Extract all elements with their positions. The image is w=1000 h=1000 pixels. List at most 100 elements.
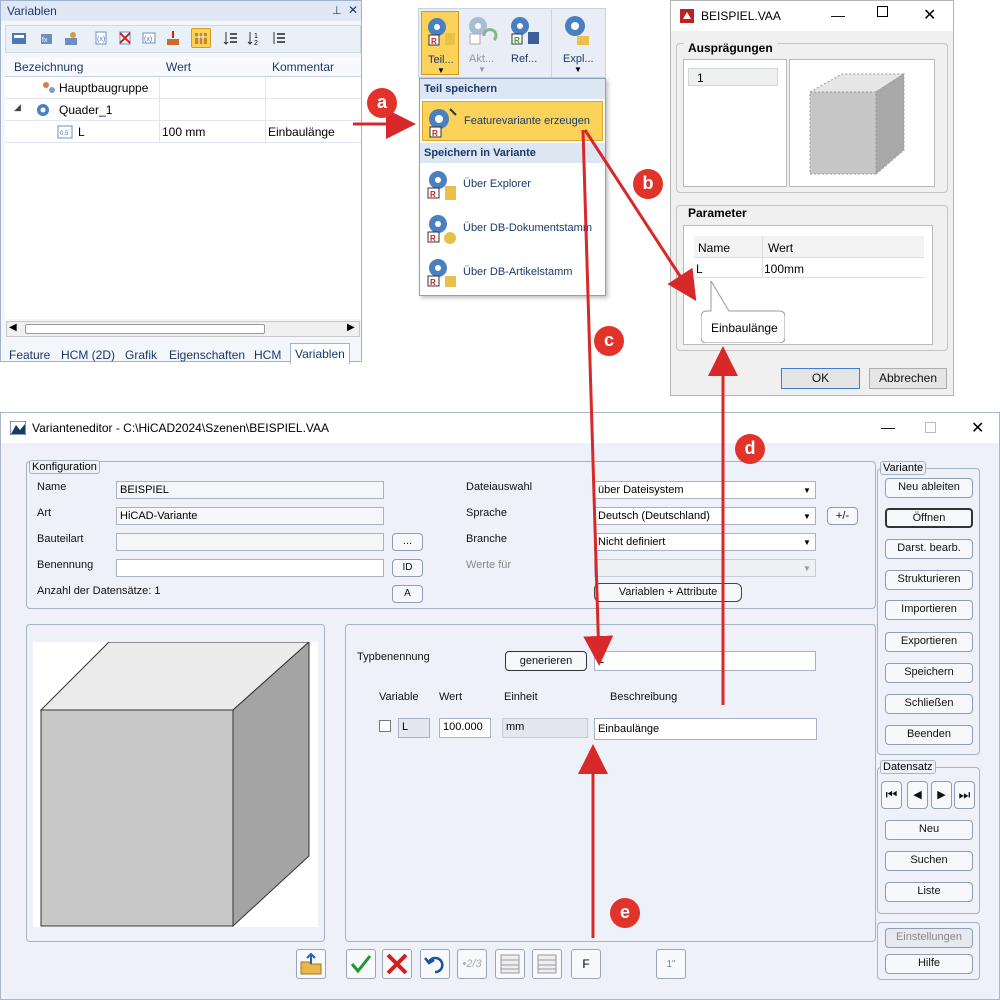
tab-hcm[interactable]: HCM [254,348,281,362]
darst-bearb-button[interactable]: Darst. bearb. [885,539,973,559]
neu-ableiten-button[interactable]: Neu ableiten [885,478,973,498]
speichern-button[interactable]: Speichern [885,663,973,683]
variable-value-field[interactable]: 100.000 [439,718,491,738]
schliessen-button[interactable]: Schließen [885,694,973,714]
new-variable-icon[interactable] [9,28,29,48]
col-wert[interactable]: Wert [166,60,191,74]
tab-eigenschaften[interactable]: Eigenschaften [169,348,245,362]
language-plusminus-button[interactable]: +/- [827,507,858,525]
bauteilart-browse-button[interactable]: ... [392,533,423,551]
maximize-icon[interactable] [925,422,936,433]
variable-description-field[interactable]: Einbaulänge [594,718,817,740]
col-bezeichnung[interactable]: Bezeichnung [14,60,83,74]
generieren-button[interactable]: generieren [505,651,587,671]
importieren-button[interactable]: Importieren [885,600,973,620]
minimize-icon[interactable]: — [881,419,895,435]
delete-formula-icon[interactable] [115,28,135,48]
variable-name-field[interactable]: L [398,718,430,738]
menu-item-ueber-db-artikelstamm[interactable]: R Über DB-Artikelstamm [422,253,603,293]
teil-button[interactable]: R Teil... ▼ [421,11,459,75]
table-insert-button[interactable] [495,949,525,979]
upload-folder-button[interactable] [296,949,326,979]
menu-item-ueber-explorer[interactable]: R Über Explorer [422,165,603,205]
beenden-button[interactable]: Beenden [885,725,973,745]
table-row[interactable]: 0.5 L 100 mm Einbaulänge [5,121,361,143]
fraction-button[interactable]: •2/3 [457,949,487,979]
delete-button[interactable] [382,949,412,979]
scrollbar-thumb[interactable] [25,324,265,334]
scroll-right-icon[interactable]: ▶ [347,322,355,333]
minimize-icon[interactable]: — [831,7,845,23]
strukturieren-button[interactable]: Strukturieren [885,570,973,590]
next-record-icon[interactable]: ▶ [931,781,952,809]
col-name[interactable]: Name [698,241,730,255]
variable-user-icon[interactable] [61,28,81,48]
table-row[interactable]: ◢ Quader_1 [5,99,361,121]
table-view-icon[interactable] [191,28,211,48]
table-row[interactable]: Hauptbaugruppe [5,77,361,99]
aktualisieren-button[interactable]: Akt... ▼ [463,11,501,75]
referenz-button[interactable]: R Ref... [505,11,543,75]
attribute-a-button[interactable]: A [392,585,423,603]
sprache-select[interactable]: Deutsch (Deutschland) ▼ [594,507,816,525]
name-field[interactable]: BEISPIEL [116,481,384,499]
einstellungen-button[interactable]: Einstellungen [885,928,973,948]
auspraegung-item[interactable]: 1 [688,68,778,86]
formula-f-button[interactable]: F [571,949,601,979]
table-row[interactable]: L 100mm [694,258,924,278]
dateiauswahl-select[interactable]: über Dateisystem ▼ [594,481,816,499]
col-kommentar[interactable]: Kommentar [272,60,334,74]
oeffnen-button[interactable]: Öffnen [885,508,973,528]
tab-feature[interactable]: Feature [9,348,50,362]
close-icon[interactable]: ✕ [923,5,936,25]
werte-fuer-select[interactable]: ▼ [594,559,816,577]
auspraegungen-list[interactable]: 1 [683,59,787,187]
maximize-icon[interactable] [877,6,888,17]
close-icon[interactable]: ✕ [971,418,984,438]
pin-icon[interactable]: ⊥ [332,4,342,17]
sort-icon[interactable] [221,28,241,48]
datensatz-neu-button[interactable]: Neu [885,820,973,840]
insert-icon[interactable] [163,28,183,48]
close-icon[interactable]: ✕ [348,3,358,17]
formula-icon[interactable]: (x) [91,28,111,48]
tab-variablen[interactable]: Variablen [290,343,350,364]
variable-checkbox[interactable] [379,720,391,732]
menu-item-ueber-db-dokumentstamm[interactable]: R Über DB-Dokumentstamm [422,209,603,249]
sort-numeric-icon[interactable]: 12 [245,28,265,48]
menu-item-featurevariante[interactable]: R Featurevariante erzeugen [422,101,603,141]
benennung-field[interactable] [116,559,384,577]
filter-list-icon[interactable] [269,28,289,48]
import-variable-icon[interactable]: fx [37,28,57,48]
explorer-button[interactable]: Expl... ▼ [557,11,601,75]
exportieren-button[interactable]: Exportieren [885,632,973,652]
branche-select[interactable]: Nicht definiert ▼ [594,533,816,551]
first-record-icon[interactable]: ⏮ [881,781,902,809]
last-record-icon[interactable]: ⏭ [954,781,975,809]
benennung-id-button[interactable]: ID [392,559,423,577]
confirm-button[interactable] [346,949,376,979]
datensatz-liste-button[interactable]: Liste [885,882,973,902]
tab-hcm-2d[interactable]: HCM (2D) [61,348,115,362]
cancel-button[interactable]: Abbrechen [869,368,947,389]
undo-button[interactable] [420,949,450,979]
scroll-left-icon[interactable]: ◀ [9,322,17,333]
inch-button[interactable]: 1" [656,949,686,979]
col-wert[interactable]: Wert [768,241,793,255]
variablen-attribute-button[interactable]: Variablen + Attribute [594,583,742,602]
typbenennung-field[interactable]: L [594,651,816,671]
tab-grafik[interactable]: Grafik [125,348,157,362]
art-field[interactable]: HiCAD-Variante [116,507,384,525]
bauteilart-field[interactable] [116,533,384,551]
variable-unit-field[interactable]: mm [502,718,588,738]
variablen-panel: Variablen ⊥ ✕ fx (x) (x) 12 Bezeichnung … [0,0,362,364]
collapse-icon[interactable]: ◢ [14,102,21,113]
prev-record-icon[interactable]: ◀ [907,781,928,809]
table-delete-button[interactable] [532,949,562,979]
horizontal-scrollbar[interactable]: ◀ ▶ [6,321,360,337]
datensatz-suchen-button[interactable]: Suchen [885,851,973,871]
ok-button[interactable]: OK [781,368,860,389]
edit-formula-icon[interactable]: (x) [139,28,159,48]
panel-toolbar [5,25,361,53]
hilfe-button[interactable]: Hilfe [885,954,973,974]
